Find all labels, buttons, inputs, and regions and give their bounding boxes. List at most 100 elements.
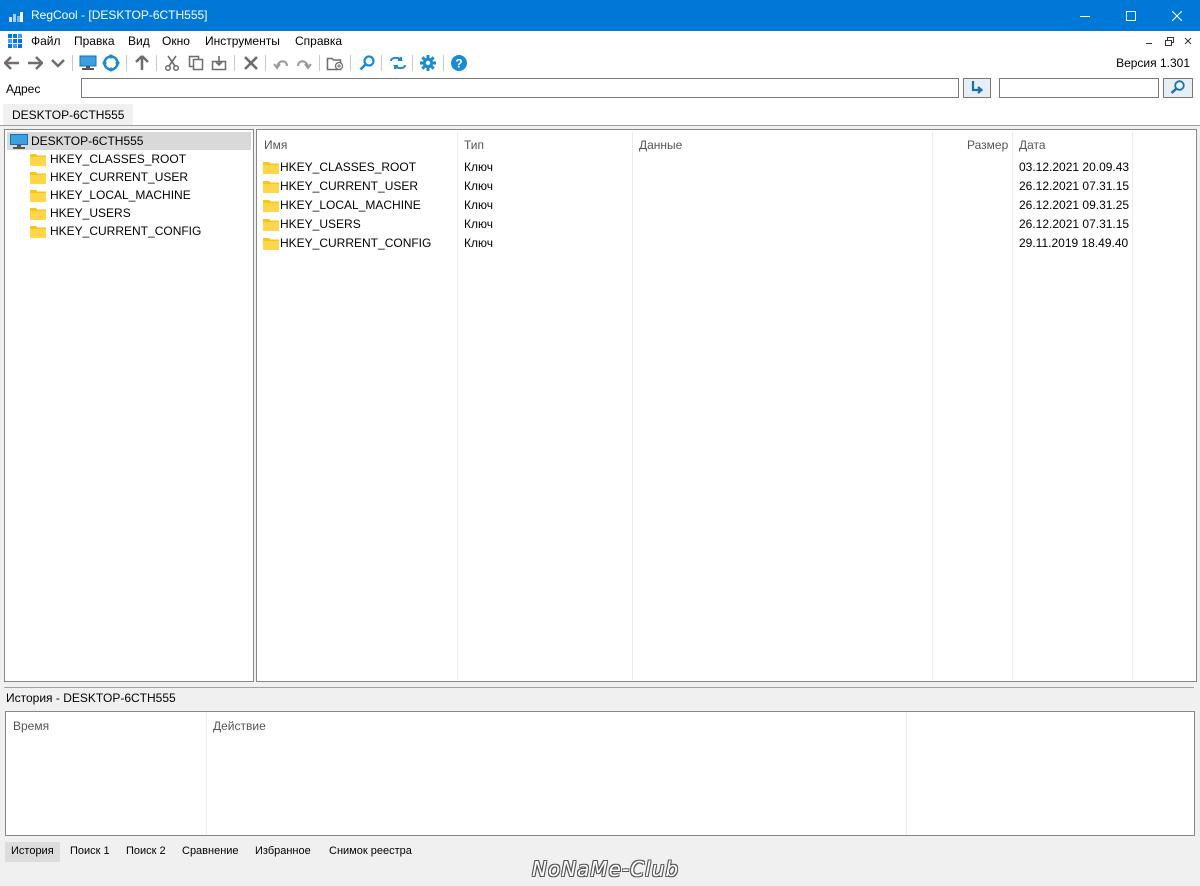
up-arrow-icon[interactable] bbox=[132, 53, 152, 73]
minimize-button[interactable] bbox=[1062, 0, 1108, 31]
list-row[interactable]: HKEY_CURRENT_USER Ключ 26.12.2021 07.31.… bbox=[257, 176, 1192, 195]
toolbar: ? Версия 1.301 bbox=[0, 51, 1200, 75]
tree-item-label: HKEY_CURRENT_USER bbox=[50, 170, 189, 184]
registry-tree: DESKTOP-6CTH555 HKEY_CLASSES_ROOT HKEY_C… bbox=[4, 129, 254, 682]
tree-item-hkey-local-machine[interactable]: HKEY_LOCAL_MACHINE bbox=[29, 186, 229, 204]
column-header-data[interactable]: Данные bbox=[639, 138, 682, 152]
folder-icon bbox=[30, 225, 46, 241]
row-type: Ключ bbox=[464, 160, 493, 174]
document-tab-strip: DESKTOP-6CTH555 bbox=[0, 102, 1200, 126]
menu-window[interactable]: Окно bbox=[162, 34, 190, 48]
chevron-down-icon[interactable] bbox=[48, 53, 68, 73]
tree-item-label: HKEY_CLASSES_ROOT bbox=[50, 152, 187, 166]
column-divider bbox=[206, 712, 207, 835]
row-name: HKEY_CURRENT_USER bbox=[280, 179, 419, 193]
tab-history[interactable]: История bbox=[5, 842, 60, 862]
tree-root-node[interactable]: DESKTOP-6CTH555 bbox=[7, 132, 251, 150]
folder-icon bbox=[263, 161, 279, 177]
row-type: Ключ bbox=[464, 179, 493, 193]
tab-search-2[interactable]: Поиск 2 bbox=[120, 842, 172, 862]
list-row[interactable]: HKEY_USERS Ключ 26.12.2021 07.31.15 bbox=[257, 214, 1192, 233]
folder-icon bbox=[30, 189, 46, 205]
list-row[interactable]: HKEY_CURRENT_CONFIG Ключ 29.11.2019 18.4… bbox=[257, 233, 1192, 252]
history-column-action[interactable]: Действие bbox=[213, 719, 266, 733]
column-header-size[interactable]: Размер bbox=[967, 138, 1008, 152]
tab-compare[interactable]: Сравнение bbox=[176, 842, 245, 862]
menu-edit[interactable]: Правка bbox=[74, 34, 115, 48]
address-input[interactable] bbox=[81, 78, 959, 98]
go-button[interactable] bbox=[963, 78, 991, 98]
search-button[interactable] bbox=[1163, 78, 1193, 98]
compare-icon[interactable] bbox=[388, 53, 408, 73]
row-type: Ключ bbox=[464, 236, 493, 250]
tree-item-hkey-current-config[interactable]: HKEY_CURRENT_CONFIG bbox=[29, 222, 229, 240]
row-date: 03.12.2021 20.09.43 bbox=[1019, 160, 1130, 174]
mdi-child-icon[interactable] bbox=[8, 34, 22, 48]
menu-file[interactable]: Файл bbox=[31, 34, 61, 48]
column-header-date[interactable]: Дата bbox=[1019, 138, 1046, 152]
column-divider bbox=[906, 712, 907, 835]
go-arrow-icon bbox=[970, 80, 984, 97]
folder-icon bbox=[263, 180, 279, 196]
mdi-close-button[interactable] bbox=[1181, 34, 1195, 48]
menu-tools[interactable]: Инструменты bbox=[205, 34, 280, 48]
maximize-button[interactable] bbox=[1108, 0, 1154, 31]
folder-icon bbox=[263, 199, 279, 215]
refresh-icon[interactable] bbox=[101, 53, 121, 73]
delete-icon[interactable] bbox=[241, 53, 261, 73]
address-label: Адрес bbox=[6, 82, 41, 96]
row-name: HKEY_LOCAL_MACHINE bbox=[280, 198, 421, 212]
address-bar: Адрес bbox=[0, 75, 1200, 102]
row-date: 26.12.2021 09.31.25 bbox=[1019, 198, 1130, 212]
forward-arrow-icon[interactable] bbox=[25, 53, 45, 73]
row-date: 29.11.2019 18.49.40 bbox=[1019, 236, 1129, 250]
mdi-minimize-button[interactable] bbox=[1142, 34, 1156, 48]
splitter[interactable] bbox=[4, 687, 1194, 688]
row-name: HKEY_CLASSES_ROOT bbox=[280, 160, 417, 174]
cut-icon[interactable] bbox=[162, 53, 182, 73]
tree-item-label: HKEY_USERS bbox=[50, 206, 131, 220]
mdi-restore-button[interactable] bbox=[1162, 34, 1176, 48]
search-icon[interactable] bbox=[357, 53, 377, 73]
list-row[interactable]: HKEY_LOCAL_MACHINE Ключ 26.12.2021 09.31… bbox=[257, 195, 1192, 214]
redo-icon[interactable] bbox=[294, 53, 314, 73]
close-button[interactable] bbox=[1154, 0, 1200, 31]
search-input[interactable] bbox=[999, 78, 1159, 98]
back-arrow-icon[interactable] bbox=[2, 53, 22, 73]
history-column-time[interactable]: Время bbox=[13, 719, 49, 733]
history-title: История - DESKTOP-6CTH555 bbox=[6, 691, 176, 705]
tab-favorites[interactable]: Избранное bbox=[249, 842, 317, 862]
version-label: Версия 1.301 bbox=[1116, 56, 1190, 70]
column-header-type[interactable]: Тип bbox=[464, 138, 484, 152]
tab-registry-snapshot[interactable]: Снимок реестра bbox=[323, 842, 418, 862]
row-date: 26.12.2021 07.31.15 bbox=[1019, 179, 1130, 193]
tree-item-label: HKEY_LOCAL_MACHINE bbox=[50, 188, 191, 202]
tree-item-hkey-classes-root[interactable]: HKEY_CLASSES_ROOT bbox=[29, 150, 229, 168]
undo-icon[interactable] bbox=[271, 53, 291, 73]
tab-search-1[interactable]: Поиск 1 bbox=[64, 842, 116, 862]
window-title: RegCool - [DESKTOP-6CTH555] bbox=[31, 8, 208, 22]
list-row[interactable]: HKEY_CLASSES_ROOT Ключ 03.12.2021 20.09.… bbox=[257, 157, 1192, 176]
tree-item-hkey-users[interactable]: HKEY_USERS bbox=[29, 204, 229, 222]
help-icon[interactable]: ? bbox=[449, 53, 469, 73]
document-tab[interactable]: DESKTOP-6CTH555 bbox=[3, 104, 134, 125]
row-name: HKEY_USERS bbox=[280, 217, 361, 231]
menu-view[interactable]: Вид bbox=[128, 34, 150, 48]
new-key-icon[interactable] bbox=[325, 53, 345, 73]
folder-icon bbox=[30, 207, 46, 223]
folder-icon bbox=[30, 171, 46, 187]
watermark: NoNaMe-Club bbox=[532, 857, 680, 881]
column-header-name[interactable]: Имя bbox=[264, 138, 287, 152]
magnifier-icon bbox=[1170, 79, 1186, 97]
computer-icon[interactable] bbox=[78, 53, 98, 73]
export-icon[interactable] bbox=[209, 53, 229, 73]
settings-gear-icon[interactable] bbox=[418, 53, 438, 73]
svg-text:?: ? bbox=[455, 57, 462, 71]
tree-root-label: DESKTOP-6CTH555 bbox=[31, 134, 144, 148]
registry-list: Имя Тип Данные Размер Дата HKEY_CLASSES_… bbox=[256, 129, 1197, 682]
copy-icon[interactable] bbox=[186, 53, 206, 73]
row-name: HKEY_CURRENT_CONFIG bbox=[280, 236, 432, 250]
menu-help[interactable]: Справка bbox=[295, 34, 342, 48]
row-type: Ключ bbox=[464, 198, 493, 212]
tree-item-hkey-current-user[interactable]: HKEY_CURRENT_USER bbox=[29, 168, 229, 186]
